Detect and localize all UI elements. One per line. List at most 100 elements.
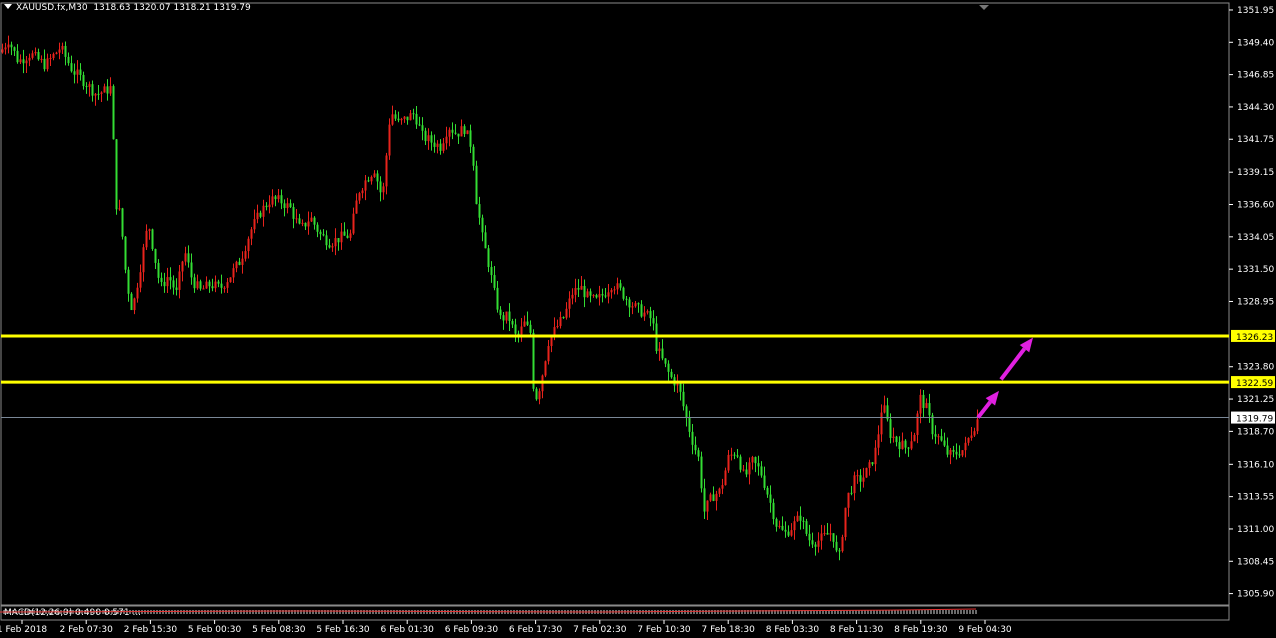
bull-candle[interactable] <box>718 488 721 494</box>
bear-candle[interactable] <box>562 317 565 319</box>
bull-candle[interactable] <box>88 84 91 87</box>
bear-candle[interactable] <box>583 285 586 298</box>
bull-candle[interactable] <box>961 450 964 456</box>
bear-candle[interactable] <box>514 324 517 334</box>
bear-candle[interactable] <box>211 286 214 289</box>
bear-candle[interactable] <box>922 394 925 408</box>
bull-candle[interactable] <box>55 52 58 54</box>
bear-candle[interactable] <box>754 457 757 464</box>
bull-candle[interactable] <box>643 312 646 317</box>
bull-candle[interactable] <box>607 292 610 297</box>
bear-candle[interactable] <box>898 442 901 449</box>
bear-candle[interactable] <box>10 44 13 48</box>
bull-candle[interactable] <box>856 475 859 477</box>
bull-candle[interactable] <box>862 477 865 482</box>
bull-candle[interactable] <box>436 143 439 147</box>
bull-candle[interactable] <box>46 58 49 70</box>
bull-candle[interactable] <box>403 116 406 119</box>
bull-candle[interactable] <box>307 221 310 227</box>
bull-candle[interactable] <box>919 394 922 414</box>
bear-candle[interactable] <box>322 234 325 236</box>
bear-candle[interactable] <box>940 436 943 441</box>
bull-candle[interactable] <box>523 321 526 327</box>
bear-candle[interactable] <box>379 181 382 193</box>
bull-candle[interactable] <box>751 457 754 463</box>
bull-candle[interactable] <box>226 282 229 288</box>
bull-candle[interactable] <box>586 291 589 298</box>
bear-candle[interactable] <box>619 283 622 288</box>
bull-candle[interactable] <box>460 126 463 137</box>
bull-candle[interactable] <box>361 190 364 194</box>
bear-candle[interactable] <box>367 180 370 182</box>
bull-candle[interactable] <box>550 336 553 347</box>
bull-candle[interactable] <box>580 285 583 290</box>
bull-candle[interactable] <box>820 533 823 541</box>
bear-candle[interactable] <box>481 217 484 233</box>
bull-candle[interactable] <box>631 306 634 308</box>
bear-candle[interactable] <box>757 463 760 467</box>
projection-arrow[interactable] <box>999 347 1027 381</box>
bull-candle[interactable] <box>31 53 34 58</box>
bull-candle[interactable] <box>841 537 844 552</box>
bear-candle[interactable] <box>151 229 154 249</box>
bull-candle[interactable] <box>505 311 508 321</box>
bear-candle[interactable] <box>589 291 592 296</box>
bear-candle[interactable] <box>637 303 640 305</box>
bull-candle[interactable] <box>202 288 205 290</box>
bear-candle[interactable] <box>289 203 292 208</box>
bear-candle[interactable] <box>343 231 346 236</box>
bear-candle[interactable] <box>535 388 538 400</box>
bear-candle[interactable] <box>187 253 190 263</box>
bear-candle[interactable] <box>859 475 862 482</box>
bull-candle[interactable] <box>916 413 919 435</box>
bear-candle[interactable] <box>763 475 766 488</box>
bear-candle[interactable] <box>376 173 379 182</box>
bear-candle[interactable] <box>640 304 643 317</box>
bull-candle[interactable] <box>133 298 136 311</box>
bear-candle[interactable] <box>835 541 838 551</box>
bull-candle[interactable] <box>49 58 52 60</box>
bull-candle[interactable] <box>964 442 967 451</box>
bull-candle[interactable] <box>538 391 541 400</box>
bear-candle[interactable] <box>766 487 769 495</box>
bear-candle[interactable] <box>700 456 703 489</box>
bull-candle[interactable] <box>271 196 274 205</box>
bear-candle[interactable] <box>496 287 499 310</box>
bear-candle[interactable] <box>577 287 580 290</box>
bull-candle[interactable] <box>574 287 577 295</box>
bear-candle[interactable] <box>493 275 496 288</box>
bear-candle[interactable] <box>280 195 283 204</box>
bull-candle[interactable] <box>853 475 856 494</box>
bull-candle[interactable] <box>892 436 895 438</box>
bear-candle[interactable] <box>424 130 427 142</box>
bear-candle[interactable] <box>889 419 892 438</box>
bull-candle[interactable] <box>334 238 337 247</box>
bear-candle[interactable] <box>337 238 340 243</box>
bull-candle[interactable] <box>385 155 388 187</box>
bull-candle[interactable] <box>391 114 394 125</box>
bull-candle[interactable] <box>877 434 880 448</box>
bear-candle[interactable] <box>328 245 331 248</box>
bull-candle[interactable] <box>352 213 355 234</box>
projection-arrow[interactable] <box>976 400 992 419</box>
bull-candle[interactable] <box>94 93 97 96</box>
bear-candle[interactable] <box>346 235 349 238</box>
bull-candle[interactable] <box>256 212 259 220</box>
bull-candle[interactable] <box>790 530 793 536</box>
bull-candle[interactable] <box>883 405 886 413</box>
bear-candle[interactable] <box>457 133 460 137</box>
bull-candle[interactable] <box>796 515 799 522</box>
bear-candle[interactable] <box>130 293 133 311</box>
bear-candle[interactable] <box>928 403 931 416</box>
bull-candle[interactable] <box>847 492 850 508</box>
bull-candle[interactable] <box>466 130 469 134</box>
bear-candle[interactable] <box>814 544 817 547</box>
bull-candle[interactable] <box>568 298 571 309</box>
bull-candle[interactable] <box>706 500 709 512</box>
bear-candle[interactable] <box>199 281 202 289</box>
bull-candle[interactable] <box>244 251 247 259</box>
bear-candle[interactable] <box>283 203 286 209</box>
bear-candle[interactable] <box>685 406 688 418</box>
bull-candle[interactable] <box>205 281 208 289</box>
bull-candle[interactable] <box>976 419 979 432</box>
